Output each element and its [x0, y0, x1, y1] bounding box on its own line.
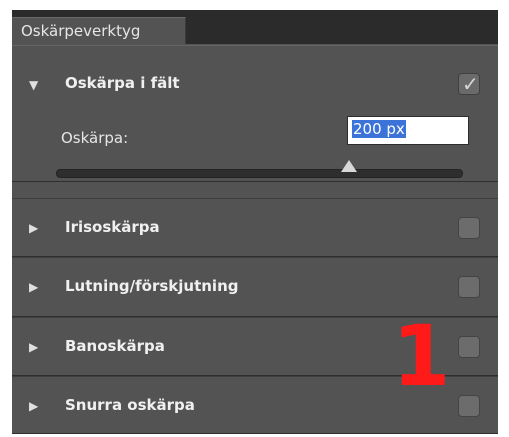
- blur-amount-input[interactable]: 200 px: [347, 116, 469, 145]
- section-field-blur: ▼ Oskärpa i fält ✓ Oskärpa:: [12, 45, 498, 182]
- blur-slider-thumb[interactable]: [341, 160, 357, 172]
- enable-checkbox-field-blur[interactable]: ✓: [458, 72, 480, 96]
- panel-tab-bar: Oskärpeverktyg: [12, 10, 498, 44]
- expand-triangle-down-icon[interactable]: ▼: [29, 78, 43, 92]
- section-label-iris-blur[interactable]: Irisoskärpa: [65, 218, 160, 236]
- tab-blur-tools[interactable]: Oskärpeverktyg: [12, 17, 186, 44]
- section-label-path-blur[interactable]: Banoskärpa: [65, 337, 165, 355]
- section-label-tilt-shift[interactable]: Lutning/förskjutning: [65, 277, 238, 295]
- blur-slider-track[interactable]: [56, 169, 463, 178]
- section-iris-blur: ▶ Irisoskärpa: [12, 198, 498, 257]
- enable-checkbox-path-blur[interactable]: [458, 336, 480, 358]
- expand-triangle-right-icon[interactable]: ▶: [29, 280, 43, 294]
- blur-amount-value: 200 px: [352, 120, 406, 138]
- expand-triangle-right-icon[interactable]: ▶: [29, 221, 43, 235]
- section-label-spin-blur[interactable]: Snurra oskärpa: [65, 396, 195, 414]
- expand-triangle-right-icon[interactable]: ▶: [29, 340, 43, 354]
- enable-checkbox-iris-blur[interactable]: [458, 217, 480, 239]
- blur-param-label: Oskärpa:: [61, 129, 129, 147]
- enable-checkbox-tilt-shift[interactable]: [458, 276, 480, 298]
- section-label-field-blur[interactable]: Oskärpa i fält: [65, 74, 180, 92]
- annotation-number: 1: [392, 307, 451, 405]
- enable-checkbox-spin-blur[interactable]: [458, 395, 480, 417]
- checkmark-icon: ✓: [462, 72, 479, 96]
- expand-triangle-right-icon[interactable]: ▶: [29, 399, 43, 413]
